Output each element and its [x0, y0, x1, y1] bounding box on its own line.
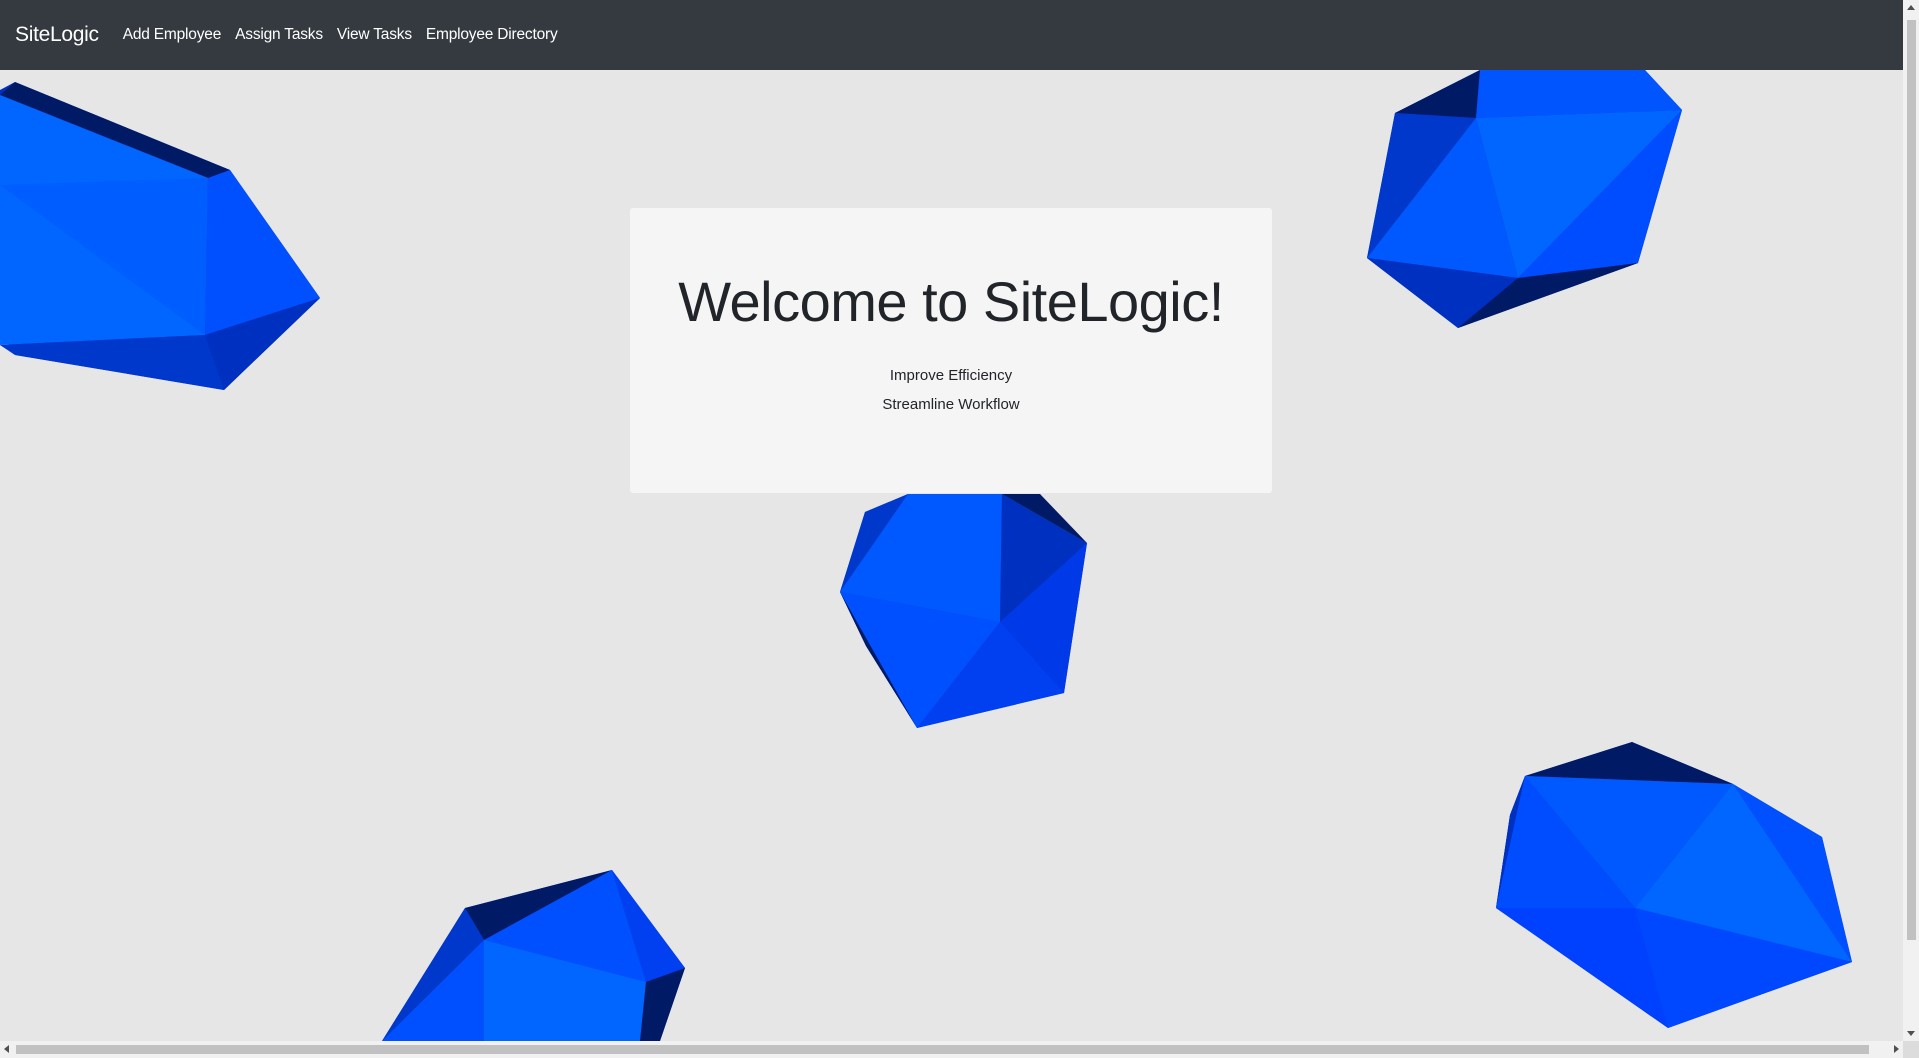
scroll-up-icon[interactable] [1907, 5, 1915, 10]
polyhedron-icon [0, 82, 320, 390]
scroll-right-icon[interactable] [1894, 1045, 1899, 1053]
top-navbar: SiteLogic Add Employee Assign Tasks View… [0, 0, 1903, 70]
scroll-left-icon[interactable] [4, 1045, 9, 1053]
polyhedron-icon [1367, 70, 1682, 328]
vertical-scrollbar[interactable] [1903, 0, 1919, 1041]
brand-link[interactable]: SiteLogic [15, 23, 99, 47]
page-title: Welcome to SiteLogic! [678, 270, 1224, 333]
welcome-card: Welcome to SiteLogic! Improve Efficiency… [630, 208, 1272, 493]
page-content: Welcome to SiteLogic! Improve Efficiency… [0, 70, 1903, 1041]
nav-employee-directory[interactable]: Employee Directory [426, 26, 558, 44]
scrollbar-corner [1903, 1041, 1919, 1058]
tagline-efficiency: Improve Efficiency [889, 367, 1013, 384]
nav-view-tasks[interactable]: View Tasks [337, 26, 412, 44]
tagline-workflow: Streamline Workflow [882, 396, 1020, 413]
polyhedron-icon [840, 494, 1087, 728]
scroll-down-icon[interactable] [1907, 1031, 1915, 1036]
nav-assign-tasks[interactable]: Assign Tasks [235, 26, 323, 44]
horizontal-scroll-thumb[interactable] [16, 1045, 1869, 1054]
polyhedron-icon [1496, 742, 1852, 1028]
horizontal-scrollbar[interactable] [0, 1041, 1903, 1058]
polyhedron-icon [382, 870, 685, 1041]
nav-add-employee[interactable]: Add Employee [123, 26, 222, 44]
vertical-scroll-thumb[interactable] [1907, 20, 1916, 940]
